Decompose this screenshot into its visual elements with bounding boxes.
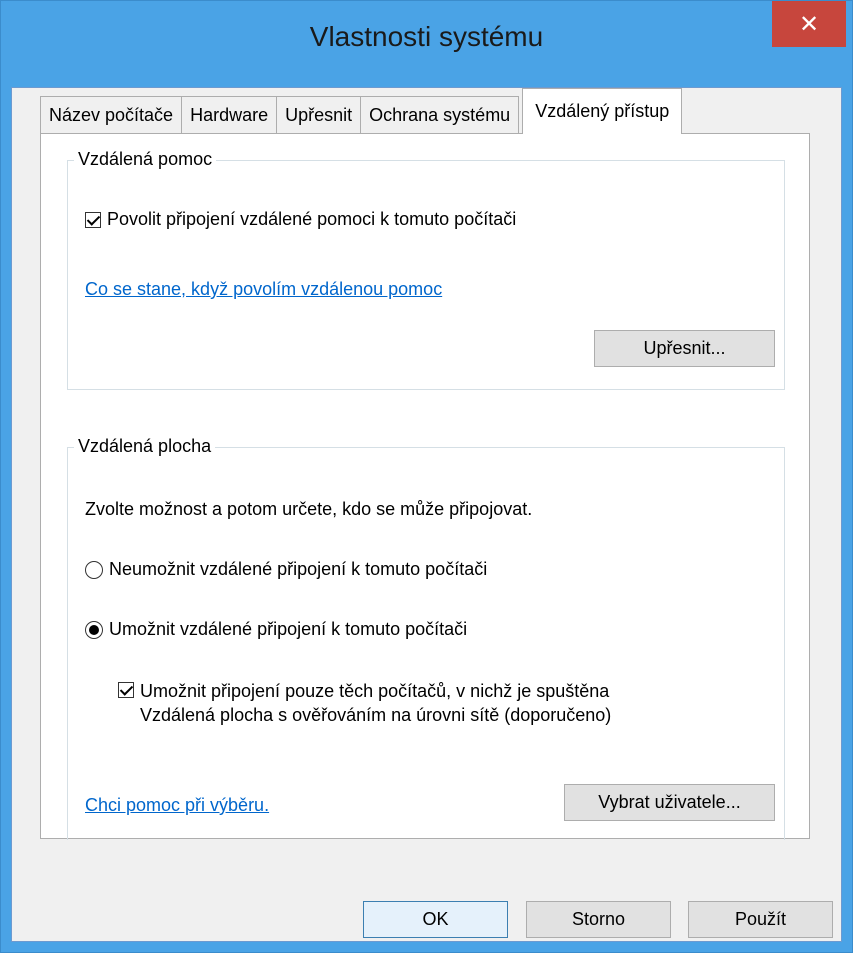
close-icon: ✕ — [798, 10, 820, 38]
dialog-client-area: Název počítače Hardware Upřesnit Ochrana… — [11, 87, 842, 942]
remote-desktop-legend: Vzdálená plocha — [74, 436, 216, 457]
nla-label: Umožnit připojení pouze těch počítačů, v… — [140, 679, 611, 727]
remote-assistance-advanced-button[interactable]: Upřesnit... — [594, 330, 775, 367]
allow-remote-assistance-checkbox[interactable] — [85, 211, 101, 228]
tab-strip: Název počítače Hardware Upřesnit Ochrana… — [40, 88, 683, 134]
close-button[interactable]: ✕ — [772, 1, 846, 47]
system-properties-window: Vlastnosti systému ✕ Název počítače Hard… — [0, 0, 853, 953]
radio-deny-remote[interactable] — [85, 560, 103, 579]
nla-row[interactable]: Umožnit připojení pouze těch počítačů, v… — [118, 679, 611, 727]
remote-assistance-group: Vzdálená pomoc Povolit připojení vzdálen… — [67, 149, 785, 390]
tab-advanced[interactable]: Upřesnit — [276, 96, 362, 134]
radio-deny-label: Neumožnit vzdálené připojení k tomuto po… — [109, 559, 488, 579]
title-bar[interactable]: Vlastnosti systému ✕ — [1, 1, 852, 87]
cancel-button[interactable]: Storno — [526, 901, 671, 938]
ok-button[interactable]: OK — [363, 901, 508, 938]
remote-desktop-group: Vzdálená plocha Zvolte možnost a potom u… — [67, 436, 785, 840]
tab-remote[interactable]: Vzdálený přístup — [522, 88, 683, 134]
radio-allow-remote[interactable] — [85, 620, 103, 639]
remote-desktop-instruction: Zvolte možnost a potom určete, kdo se mů… — [85, 499, 533, 519]
allow-remote-assistance-row[interactable]: Povolit připojení vzdálené pomoci k tomu… — [85, 209, 516, 230]
nla-label-line1: Umožnit připojení pouze těch počítačů, v… — [140, 681, 610, 701]
remote-assistance-legend: Vzdálená pomoc — [74, 149, 217, 170]
tab-system-protection[interactable]: Ochrana systému — [360, 96, 520, 134]
tab-computer-name[interactable]: Název počítače — [40, 96, 183, 134]
nla-checkbox[interactable] — [118, 682, 134, 698]
remote-desktop-help-link[interactable]: Chci pomoc při výběru. — [85, 795, 269, 816]
radio-allow-label: Umožnit vzdálené připojení k tomuto počí… — [109, 619, 468, 639]
remote-assistance-help-link[interactable]: Co se stane, když povolím vzdálenou pomo… — [85, 279, 442, 300]
nla-label-line2: Vzdálená plocha s ověřováním na úrovni s… — [140, 705, 612, 725]
apply-button[interactable]: Použít — [688, 901, 833, 938]
window-title: Vlastnosti systému — [309, 21, 544, 52]
select-users-button[interactable]: Vybrat uživatele... — [564, 784, 775, 821]
allow-remote-assistance-label: Povolit připojení vzdálené pomoci k tomu… — [107, 209, 517, 229]
tab-hardware[interactable]: Hardware — [181, 96, 278, 134]
radio-deny-row[interactable]: Neumožnit vzdálené připojení k tomuto po… — [85, 559, 487, 580]
radio-allow-row[interactable]: Umožnit vzdálené připojení k tomuto počí… — [85, 619, 467, 640]
remote-tab-panel: Vzdálená pomoc Povolit připojení vzdálen… — [40, 133, 810, 840]
